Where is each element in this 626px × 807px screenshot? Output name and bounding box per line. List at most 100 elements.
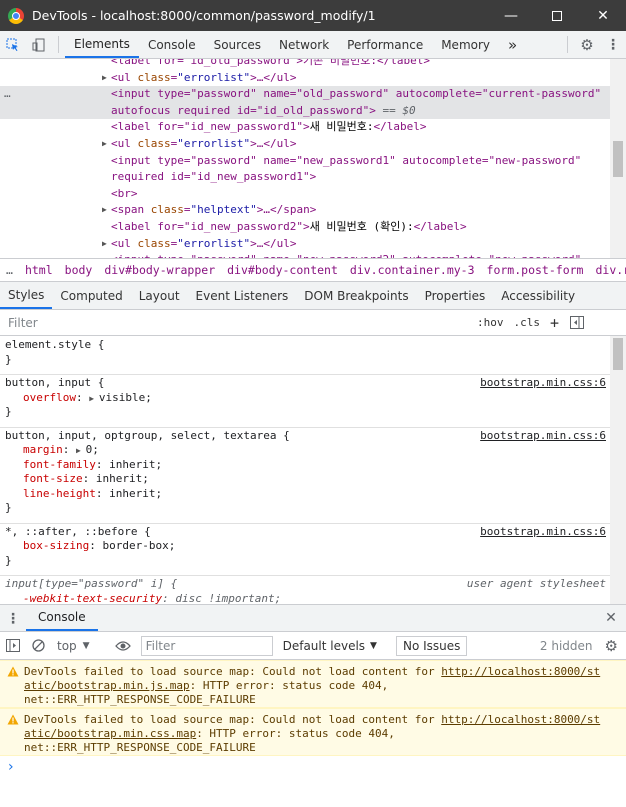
close-icon[interactable]: ✕	[580, 0, 626, 31]
scrollbar-thumb[interactable]	[613, 338, 623, 370]
rule-selector[interactable]: element.style {	[5, 338, 104, 353]
breadcrumb-item[interactable]: div#body-wrapper	[98, 263, 221, 277]
drawer-tab-console[interactable]: Console	[26, 605, 98, 631]
toggle-sidebar-icon[interactable]	[564, 316, 590, 329]
console-sidebar-icon[interactable]	[0, 639, 26, 652]
attr-name: class	[150, 203, 184, 217]
gear-icon[interactable]: ⚙	[574, 31, 600, 58]
class-toggle-button[interactable]: .cls	[509, 316, 546, 329]
dom-node-text: <br>	[111, 186, 138, 203]
rule-source-link[interactable]: bootstrap.min.css:6	[480, 376, 606, 391]
subtab-dom-breakpoints[interactable]: DOM Breakpoints	[296, 282, 416, 309]
dom-node[interactable]: ▶ <span class="helptext">…</span>	[0, 202, 610, 219]
expand-triangle-icon[interactable]: ▶	[102, 202, 107, 219]
subtab-accessibility[interactable]: Accessibility	[493, 282, 583, 309]
clear-console-icon[interactable]	[26, 639, 51, 652]
rule-selector[interactable]: *, ::after, ::before {	[5, 525, 151, 540]
expand-triangle-icon[interactable]: ▶	[102, 236, 107, 253]
inspect-element-icon[interactable]	[0, 31, 26, 58]
chevron-down-icon: ▼	[370, 640, 377, 651]
rule-selector[interactable]: button, input {	[5, 376, 104, 391]
subtab-properties[interactable]: Properties	[417, 282, 494, 309]
hover-state-button[interactable]: :hov	[472, 316, 509, 329]
subtab-event-listeners[interactable]: Event Listeners	[188, 282, 297, 309]
context-selector[interactable]: top ▼	[51, 639, 96, 653]
selected-node-ellipsis[interactable]: …	[4, 86, 11, 103]
subtab-styles[interactable]: Styles	[0, 282, 53, 309]
style-declaration[interactable]: box-sizing: border-box;	[23, 539, 175, 554]
expand-triangle-icon[interactable]: ▶	[89, 394, 99, 403]
eye-icon[interactable]	[109, 640, 137, 652]
dom-node[interactable]: <label for="id_new_password2">새 비밀번호 (확인…	[0, 219, 610, 236]
attr-name: class	[137, 137, 171, 150]
style-declaration[interactable]: margin: ▶ 0;	[23, 443, 99, 458]
scrollbar-thumb[interactable]	[613, 141, 623, 177]
expand-triangle-icon[interactable]: ▶	[102, 70, 107, 87]
property-colon: :	[89, 539, 103, 552]
dom-node[interactable]: <br>	[0, 186, 610, 203]
rule-selector[interactable]: button, input, optgroup, select, textare…	[5, 429, 290, 444]
breadcrumb-overflow[interactable]: …	[0, 263, 19, 277]
dom-line: autofocus required id="id_old_password">…	[111, 103, 416, 117]
tag-close: </label>	[413, 220, 467, 233]
style-declaration[interactable]: -webkit-text-security: disc !important;	[23, 592, 281, 605]
message-text: : HTTP error: status code 404,	[196, 727, 395, 740]
new-style-rule-button[interactable]: +	[545, 314, 564, 332]
dom-node-text: <label for="id_new_password1">새 비밀번호:</l…	[111, 119, 427, 136]
expand-triangle-icon[interactable]: ▶	[76, 446, 86, 455]
rule-selector[interactable]: input[type="password" i] {	[5, 577, 177, 592]
minimize-icon[interactable]: —	[488, 0, 534, 31]
attr-value: "errorlist"	[177, 70, 251, 84]
gear-icon[interactable]: ⚙	[599, 637, 626, 655]
dom-node[interactable]: <input type="password" name="new_passwor…	[0, 153, 610, 186]
style-declaration[interactable]: font-size: inherit;	[23, 472, 149, 487]
breadcrumb-item[interactable]: div.container.my-3	[344, 263, 481, 277]
breadcrumb-item[interactable]: div.row.my	[589, 263, 626, 277]
source-map-link[interactable]: atic/bootstrap.min.js.map	[24, 679, 190, 692]
message-line: net::ERR_HTTP_RESPONSE_CODE_FAILURE	[24, 693, 256, 706]
dom-node[interactable]: … <input type="password" name="old_passwo…	[0, 86, 610, 120]
chevron-right-icon[interactable]: ›	[8, 759, 14, 775]
subtab-layout[interactable]: Layout	[131, 282, 188, 309]
subtab-computed[interactable]: Computed	[52, 282, 130, 309]
more-tabs-button[interactable]: »	[499, 31, 526, 58]
more-options-icon[interactable]: ⋮	[600, 31, 626, 58]
style-declaration[interactable]: overflow: ▶ visible;	[23, 391, 152, 406]
breadcrumb-item[interactable]: form.post-form	[481, 263, 590, 277]
window-title: DevTools - localhost:8000/common/passwor…	[32, 8, 376, 23]
styles-scrollbar[interactable]	[610, 336, 626, 604]
device-toolbar-icon[interactable]	[26, 31, 52, 58]
tab-performance[interactable]: Performance	[338, 31, 432, 58]
style-declaration[interactable]: line-height: inherit;	[23, 487, 162, 502]
dom-node[interactable]: <label for="id_new_password1">새 비밀번호:</l…	[0, 119, 610, 136]
styles-filter-input[interactable]: Filter	[2, 313, 472, 333]
dom-node[interactable]: ▶ <ul class="errorlist">…</ul>	[0, 236, 610, 253]
breadcrumb-item[interactable]: div#body-content	[221, 263, 344, 277]
dom-tree-scrollbar[interactable]	[610, 59, 626, 258]
close-icon[interactable]: ✕	[596, 610, 626, 626]
dom-node[interactable]: ▶ <ul class="errorlist">…</ul>	[0, 70, 610, 87]
console-filter-input[interactable]: Filter	[140, 635, 273, 656]
source-map-link[interactable]: http://localhost:8000/st	[441, 713, 600, 726]
dom-node[interactable]: <label for="id_old_password">기존 비밀번호:</l…	[0, 59, 610, 70]
tab-console[interactable]: Console	[139, 31, 205, 58]
dom-node-text: <ul class="errorlist">…</ul>	[111, 136, 296, 153]
tab-elements[interactable]: Elements	[65, 31, 139, 58]
log-levels-dropdown[interactable]: Default levels ▼	[277, 639, 383, 653]
style-declaration[interactable]: font-family: inherit;	[23, 458, 162, 473]
attr-value: "errorlist"	[177, 236, 251, 250]
expand-triangle-icon[interactable]: ▶	[102, 136, 107, 153]
tab-sources[interactable]: Sources	[205, 31, 270, 58]
maximize-icon[interactable]	[534, 0, 580, 31]
tab-network[interactable]: Network	[270, 31, 338, 58]
rule-source-link[interactable]: bootstrap.min.css:6	[480, 429, 606, 444]
breadcrumb-item[interactable]: body	[59, 263, 99, 277]
tab-memory[interactable]: Memory	[432, 31, 499, 58]
issues-button[interactable]: No Issues	[395, 635, 468, 656]
breadcrumb-item[interactable]: html	[19, 263, 59, 277]
dom-node[interactable]: ▶ <ul class="errorlist">…</ul>	[0, 136, 610, 153]
source-map-link[interactable]: http://localhost:8000/st	[441, 665, 600, 678]
source-map-link[interactable]: atic/bootstrap.min.css.map	[24, 727, 196, 740]
more-drawer-tools-icon[interactable]: ⋮	[0, 608, 26, 630]
rule-source-link[interactable]: bootstrap.min.css:6	[480, 525, 606, 540]
